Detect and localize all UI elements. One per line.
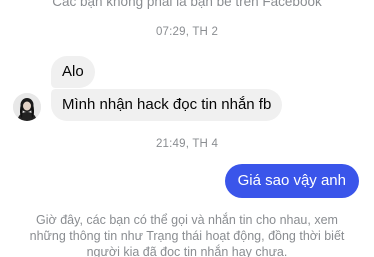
- incoming-message-bubble[interactable]: Alo: [51, 56, 95, 88]
- avatar-icon: [13, 93, 41, 121]
- contact-avatar[interactable]: [13, 93, 41, 121]
- connection-info-notice: Giờ đây, các bạn có thể gọi và nhắn tin …: [29, 213, 345, 257]
- not-friends-notice: Các bạn không phải là bạn bè trên Facebo…: [52, 0, 322, 9]
- message-timestamp: 07:29, TH 2: [155, 26, 219, 38]
- message-timestamp: 21:49, TH 4: [155, 138, 219, 150]
- outgoing-message-bubble[interactable]: Giá sao vậy anh: [224, 164, 359, 198]
- incoming-message-bubble[interactable]: Mình nhận hack đọc tin nhắn fb: [51, 89, 283, 121]
